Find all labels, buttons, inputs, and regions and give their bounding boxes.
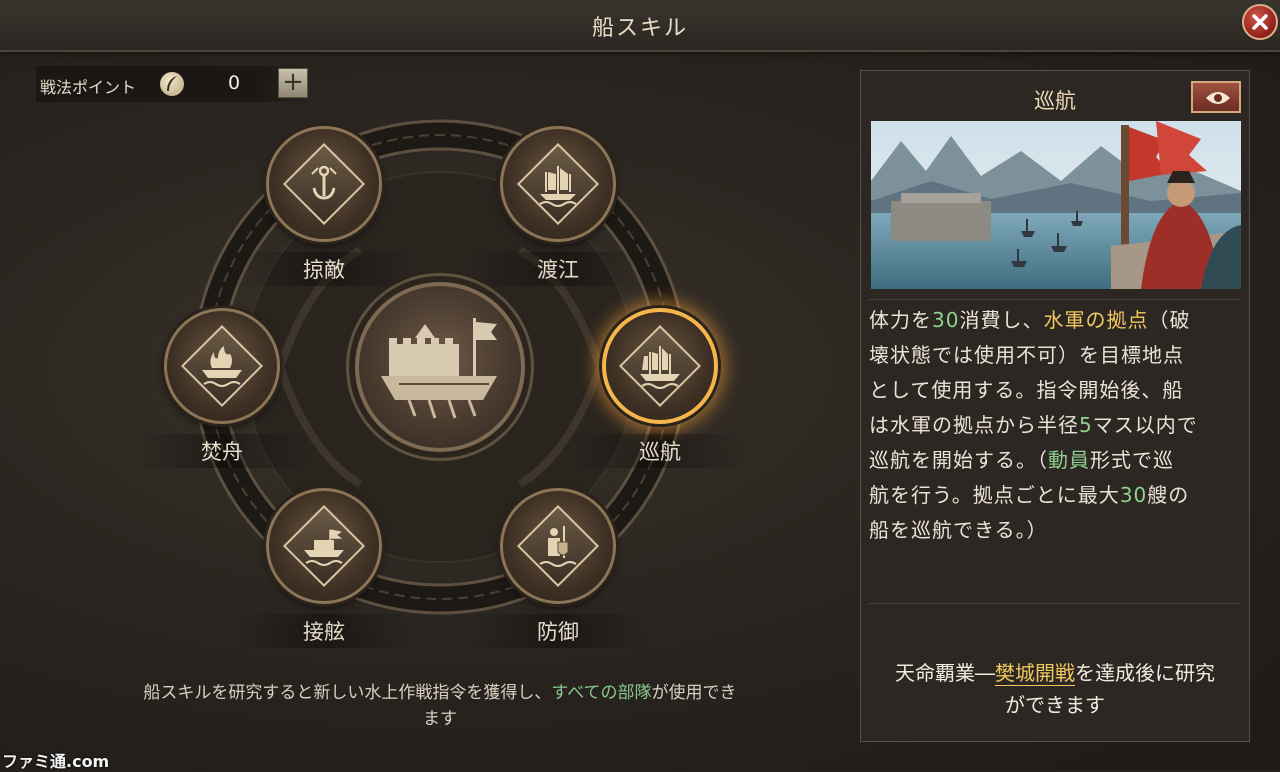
skill-ring: 掠敵 渡江 焚舟 巡航 接舷 防御 (134, 110, 748, 648)
junk-ship-icon (539, 166, 577, 207)
close-button[interactable] (1242, 4, 1278, 40)
bottom-note: 船スキルを研究すると新しい水上作戦指令を獲得し、すべての部隊が使用でき ます (143, 683, 737, 729)
sailing-ship-icon (640, 346, 680, 389)
skill-node-junkou[interactable]: 巡航 (572, 308, 748, 468)
skill-name: 焚舟 (134, 434, 310, 468)
center-warship-disc (355, 282, 525, 452)
preview-button[interactable] (1191, 81, 1241, 113)
skill-name: 巡航 (572, 434, 748, 468)
skill-name: 接舷 (236, 614, 412, 648)
skill-artwork (871, 121, 1241, 289)
ship-skill-screen: 船スキル 戦法ポイント 0 + 掠敵 渡江 焚舟 巡航 接舷 防御 船スキルを研… (0, 0, 1280, 771)
keyword-mobilize: 動員 (1048, 448, 1090, 472)
skill-node-ryakuteki[interactable]: 掠敵 (236, 126, 412, 286)
burning-ship-icon (202, 346, 242, 387)
title-bar: 船スキル (0, 0, 1280, 52)
skill-name: 防御 (470, 614, 646, 648)
boarding-ship-icon (304, 529, 344, 566)
soldier-shield-icon (539, 526, 577, 567)
warship-icon (381, 318, 497, 419)
skill-node-funshuu[interactable]: 焚舟 (134, 308, 310, 468)
add-points-button[interactable]: + (278, 67, 308, 98)
tactic-points-label: 戦法ポイント (40, 78, 137, 97)
skill-detail-panel: 巡航 体力を30消費し、水軍の拠点（破 壊状態では使用不可）を目標地点 として使… (860, 70, 1250, 742)
skill-description: 体力を30消費し、水軍の拠点（破 壊状態では使用不可）を目標地点 として使用する… (869, 308, 1198, 542)
tactic-points-value: 0 (227, 72, 241, 94)
skill-node-setsugen[interactable]: 接舷 (236, 488, 412, 648)
quill-icon (160, 72, 184, 96)
plus-icon: + (282, 67, 304, 97)
skill-name: 掠敵 (236, 252, 412, 286)
skill-name: 渡江 (470, 252, 646, 286)
watermark-logo: ファミ通.com (2, 752, 110, 771)
keyword-naval-base: 水軍の拠点 (1043, 308, 1149, 332)
window-title: 船スキル (591, 16, 688, 41)
unlock-requirement: 天命覇業―樊城開戦を達成後に研究 ができます (895, 661, 1215, 717)
close-icon (1252, 14, 1268, 30)
skill-node-bougyo[interactable]: 防御 (470, 488, 646, 648)
anchor-chain-icon (311, 165, 337, 200)
eye-icon (1206, 92, 1230, 104)
requirement-link[interactable]: 樊城開戦 (995, 661, 1075, 686)
skill-node-tokou[interactable]: 渡江 (470, 126, 646, 286)
tactic-points-bar: 戦法ポイント 0 + (36, 66, 308, 102)
highlight-all-units: すべての部隊 (551, 683, 652, 703)
